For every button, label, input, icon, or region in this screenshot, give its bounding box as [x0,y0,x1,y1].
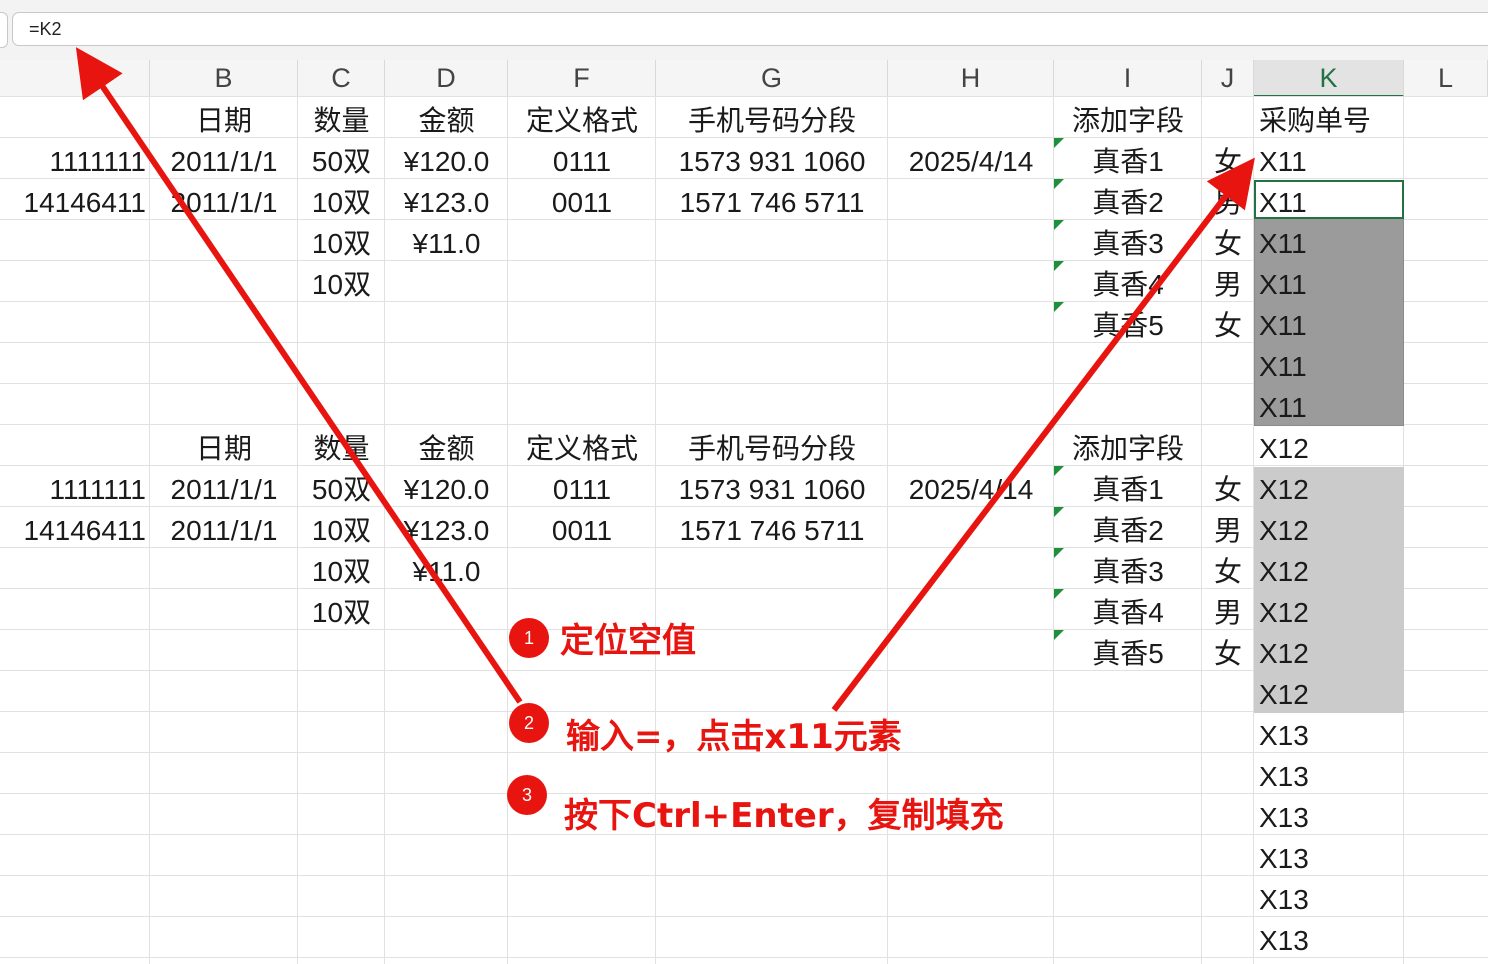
arrow-to-x11-cell [831,157,1255,712]
step3-text: 按下Ctrl+Enter，复制填充 [564,796,1004,836]
step2-badge: 2 [509,703,549,743]
step3-badge: 3 [507,775,547,815]
step2-text: 输入=，点击x11元素 [566,717,902,757]
step1-badge: 1 [509,618,549,658]
arrow-to-formula-bar [75,47,523,704]
step1-text: 定位空值 [560,621,696,661]
